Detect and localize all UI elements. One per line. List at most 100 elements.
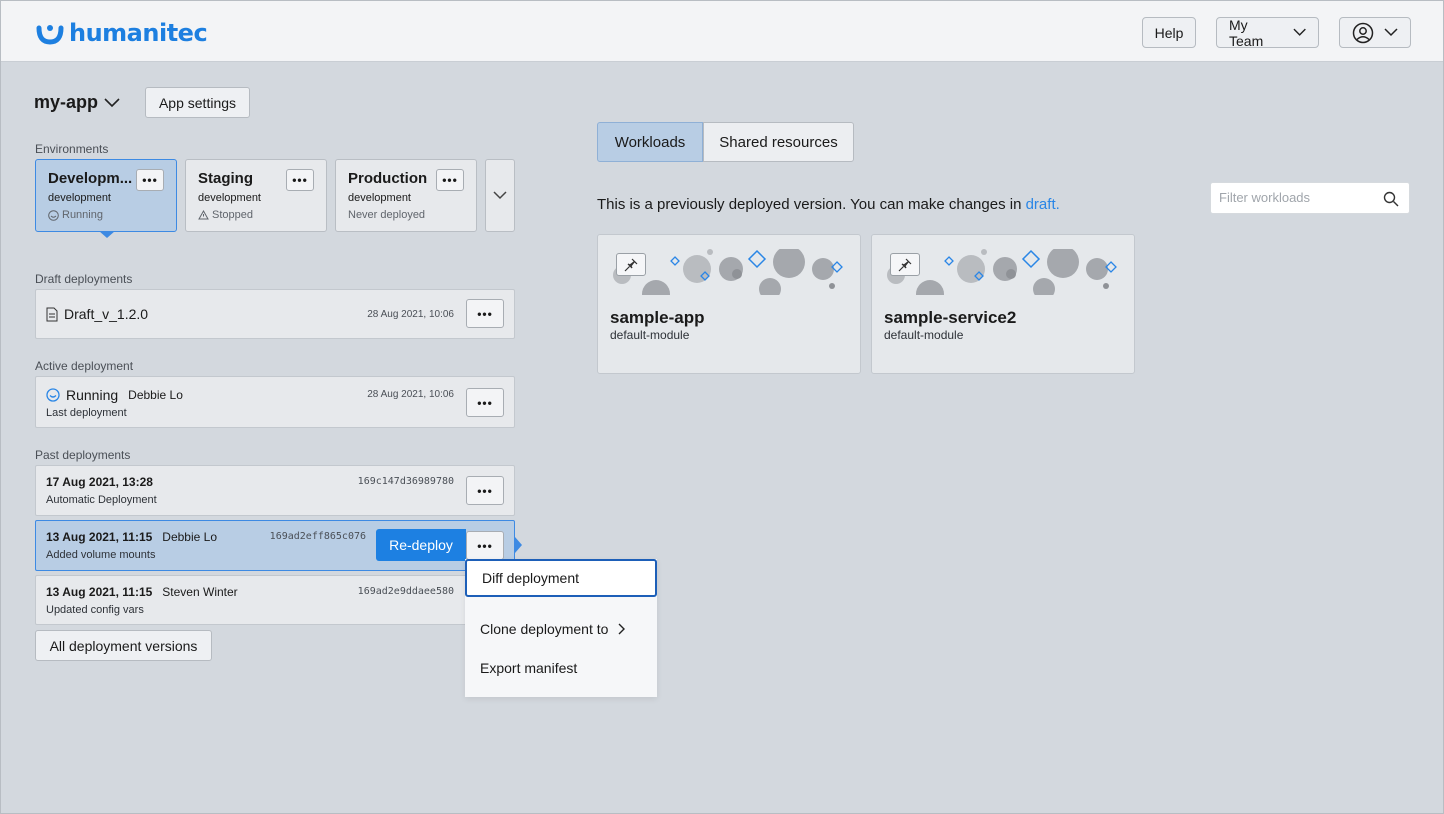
past-date: 13 Aug 2021, 11:15 [46, 530, 153, 544]
workload-module: default-module [884, 328, 964, 342]
env-selected-pointer [99, 231, 115, 238]
active-deployment-label: Active deployment [35, 359, 134, 373]
menu-item-diff-deployment[interactable]: Diff deployment [465, 559, 657, 597]
workload-module: default-module [610, 328, 690, 342]
env-status-text: Stopped [212, 209, 253, 221]
search-icon[interactable] [1383, 191, 1399, 207]
warning-triangle-icon [198, 210, 209, 220]
filter-workloads-field[interactable] [1210, 182, 1410, 214]
env-type: development [48, 192, 111, 204]
env-card-production[interactable]: Production development Never deployed ••… [335, 159, 477, 232]
workload-card[interactable]: sample-app default-module [597, 234, 861, 374]
pin-glyph [624, 258, 638, 271]
env-card-staging[interactable]: Staging development Stopped ••• [185, 159, 327, 232]
notice-text: This is a previously deployed version. Y… [597, 196, 1022, 213]
environments-label: Environments [35, 142, 109, 156]
all-deployment-versions-button[interactable]: All deployment versions [35, 630, 212, 661]
env-expand-button[interactable] [485, 159, 515, 232]
draft-deployment-row[interactable]: Draft_v_1.2.0 28 Aug 2021, 10:06 ••• [35, 289, 515, 339]
active-status: Running [66, 387, 119, 403]
past-hash: 169c147d36989780 [357, 476, 454, 487]
env-status: Never deployed [348, 209, 464, 221]
past-row-header: 17 Aug 2021, 13:28 [46, 475, 153, 489]
deployment-context-menu: Diff deployment Clone deployment to Expo… [465, 559, 657, 697]
tab-workloads[interactable]: Workloads [597, 122, 703, 162]
help-button[interactable]: Help [1142, 17, 1196, 48]
env-type: development [348, 192, 411, 204]
active-note: Last deployment [46, 407, 127, 419]
draft-name: Draft_v_1.2.0 [64, 306, 149, 322]
chevron-down-icon [493, 191, 507, 200]
app-selector[interactable]: my-app [34, 92, 120, 113]
workload-card[interactable]: sample-service2 default-module [871, 234, 1135, 374]
past-more-button[interactable]: ••• [466, 531, 504, 560]
env-name: Developm... [48, 170, 133, 187]
active-date: 28 Aug 2021, 10:06 [367, 389, 454, 400]
past-user: Steven Winter [162, 585, 238, 599]
past-date: 13 Aug 2021, 11:15 [46, 585, 153, 599]
env-more-button[interactable]: ••• [436, 169, 464, 191]
humanitec-logo[interactable]: humanitec [35, 19, 208, 47]
menu-item-label: Clone deployment to [480, 621, 609, 637]
team-selector[interactable]: My Team [1216, 16, 1319, 49]
pin-glyph [898, 258, 912, 271]
chevron-down-icon [1293, 28, 1306, 36]
chevron-right-icon [618, 623, 626, 635]
menu-item-export-manifest[interactable]: Export manifest [465, 649, 657, 687]
previous-version-notice: This is a previously deployed version. Y… [597, 196, 1060, 213]
env-status: Running [48, 209, 164, 221]
env-more-button[interactable]: ••• [136, 169, 164, 191]
past-deployments-label: Past deployments [35, 448, 131, 462]
tab-shared-resources[interactable]: Shared resources [703, 122, 854, 162]
past-user: Debbie Lo [162, 530, 218, 544]
workload-name: sample-app [610, 308, 705, 327]
running-smile-icon [48, 209, 59, 221]
draft-more-button[interactable]: ••• [466, 299, 504, 328]
brand-name: humanitec [69, 19, 208, 47]
env-status: Stopped [198, 209, 314, 221]
past-deployment-row[interactable]: 17 Aug 2021, 13:28 Automatic Deployment … [35, 465, 515, 516]
env-card-development[interactable]: Developm... development Running ••• [35, 159, 177, 232]
team-label: My Team [1229, 16, 1264, 49]
logo-mark-icon [36, 25, 64, 45]
app-settings-button[interactable]: App settings [145, 87, 250, 118]
active-status-group: Running Debbie Lo [46, 387, 183, 403]
past-note: Added volume mounts [46, 549, 156, 561]
document-icon [46, 307, 58, 321]
redeploy-button[interactable]: Re-deploy [376, 529, 466, 561]
top-header: humanitec Help My Team [1, 1, 1443, 62]
past-row-header: 13 Aug 2021, 11:15 Debbie Lo [46, 530, 217, 544]
env-type: development [198, 192, 261, 204]
workload-pattern-art [887, 249, 1117, 295]
row-selected-pointer [515, 537, 522, 553]
past-hash: 169ad2e9ddaee580 [357, 586, 454, 597]
workload-name: sample-service2 [884, 308, 1017, 327]
draft-name-group: Draft_v_1.2.0 [46, 306, 148, 322]
menu-item-clone-deployment[interactable]: Clone deployment to [465, 610, 657, 648]
user-avatar-icon [1352, 22, 1374, 43]
past-more-button[interactable]: ••• [466, 476, 504, 505]
running-smile-icon [46, 388, 60, 402]
chevron-down-icon [104, 97, 120, 107]
env-more-button[interactable]: ••• [286, 169, 314, 191]
env-status-text: Never deployed [348, 209, 426, 221]
menu-item-label: Export manifest [480, 660, 578, 676]
draft-link[interactable]: draft. [1026, 196, 1060, 213]
active-more-button[interactable]: ••• [466, 388, 504, 417]
active-user: Debbie Lo [128, 388, 183, 402]
filter-workloads-input[interactable] [1219, 190, 1379, 205]
workload-pattern-art [613, 249, 843, 295]
draft-date: 28 Aug 2021, 10:06 [367, 309, 454, 320]
user-menu-button[interactable] [1339, 17, 1411, 48]
pin-icon[interactable] [890, 253, 920, 276]
chevron-down-icon [1384, 28, 1398, 37]
past-hash: 169ad2eff865c076 [269, 531, 366, 542]
menu-item-label: Diff deployment [482, 570, 580, 586]
active-deployment-row[interactable]: Running Debbie Lo Last deployment 28 Aug… [35, 376, 515, 428]
past-date: 17 Aug 2021, 13:28 [46, 475, 153, 489]
app-name: my-app [34, 92, 99, 112]
pin-icon[interactable] [616, 253, 646, 276]
past-deployment-row[interactable]: 13 Aug 2021, 11:15 Steven Winter Updated… [35, 575, 515, 625]
past-note: Automatic Deployment [46, 494, 157, 506]
past-row-header: 13 Aug 2021, 11:15 Steven Winter [46, 585, 238, 599]
